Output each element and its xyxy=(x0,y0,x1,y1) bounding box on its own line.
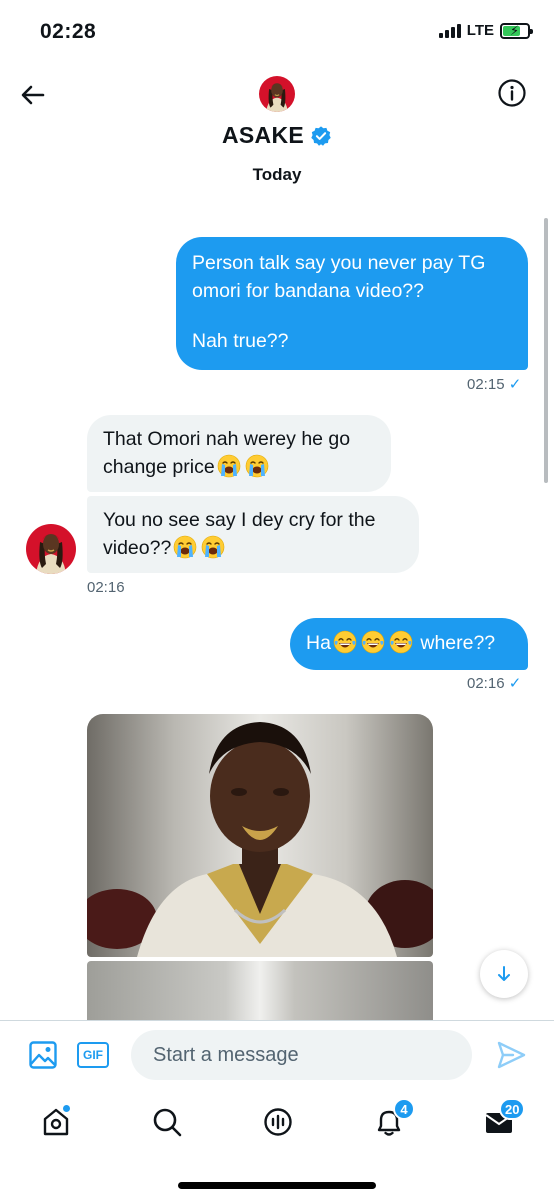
sender-avatar[interactable] xyxy=(26,524,76,574)
message-line: Nah true?? xyxy=(192,330,289,352)
tears-of-joy-emoji xyxy=(333,630,357,654)
header-name-row[interactable]: ASAKE xyxy=(0,122,554,149)
message-time: 02:15 xyxy=(467,376,505,393)
conversation-header: ASAKE Today xyxy=(0,64,554,204)
loudly-crying-face-emoji xyxy=(245,454,269,478)
contact-name: ASAKE xyxy=(221,122,304,148)
message-line: omori for bandana video?? xyxy=(192,280,424,302)
loudly-crying-face-emoji xyxy=(173,535,197,559)
sent-check-icon: ✓ xyxy=(508,675,522,692)
message-time: 02:16 xyxy=(467,675,505,692)
info-icon xyxy=(498,79,526,107)
notifications-badge: 4 xyxy=(393,1098,415,1120)
message-meta: 02:15 ✓ xyxy=(467,375,521,393)
nav-notifications[interactable]: 4 xyxy=(373,1098,415,1138)
message-text: where?? xyxy=(414,632,496,654)
tears-of-joy-emoji xyxy=(389,630,413,654)
back-arrow-icon xyxy=(21,85,45,105)
date-separator: Today xyxy=(252,165,302,184)
tears-of-joy-emoji xyxy=(361,630,385,654)
message-composer: GIF xyxy=(0,1020,554,1092)
message-line-with-emoji: change price xyxy=(103,453,375,481)
message-time: 02:16 xyxy=(87,579,125,596)
message-line: You no see say I dey cry for the xyxy=(103,509,376,531)
send-button[interactable] xyxy=(495,1039,527,1071)
search-icon xyxy=(153,1108,182,1137)
charging-bolt-icon: ⚡ xyxy=(510,22,520,38)
sent-check-icon: ✓ xyxy=(508,376,522,393)
header-avatar[interactable] xyxy=(259,76,295,112)
scroll-to-bottom-button[interactable] xyxy=(480,950,528,998)
incoming-message[interactable]: You no see say I dey cry for the video?? xyxy=(87,496,419,573)
nav-spaces[interactable] xyxy=(262,1106,294,1138)
gif-button[interactable]: GIF xyxy=(77,1042,109,1068)
message-text: change price xyxy=(103,456,215,478)
message-line-with-emoji: video?? xyxy=(103,534,403,562)
message-line: That Omori nah werey he go xyxy=(103,428,351,450)
message-line: Person talk say you never pay TG xyxy=(192,252,486,274)
outgoing-message[interactable]: Ha where?? xyxy=(290,618,528,670)
spaces-icon xyxy=(264,1108,292,1136)
loudly-crying-face-emoji xyxy=(201,535,225,559)
outgoing-message[interactable]: Person talk say you never pay TG omori f… xyxy=(176,237,528,370)
status-icons: LTE ⚡ xyxy=(438,22,533,39)
message-input[interactable] xyxy=(131,1030,472,1080)
arrow-down-icon xyxy=(498,966,510,981)
verified-badge-icon xyxy=(311,125,331,146)
media-message-image-2[interactable] xyxy=(87,961,433,1021)
image-icon xyxy=(29,1041,57,1069)
network-type: LTE xyxy=(466,22,494,39)
status-time: 02:28 xyxy=(40,20,97,43)
home-notification-dot xyxy=(62,1104,71,1113)
back-button[interactable] xyxy=(18,80,48,110)
battery-icon: ⚡ xyxy=(500,22,533,39)
scrollbar[interactable] xyxy=(544,218,548,483)
messages-badge: 20 xyxy=(499,1098,526,1120)
nav-search[interactable] xyxy=(151,1106,183,1138)
incoming-message[interactable]: That Omori nah werey he go change price xyxy=(87,415,391,492)
message-text: video?? xyxy=(103,537,172,559)
loudly-crying-face-emoji xyxy=(217,454,241,478)
man-photo xyxy=(87,714,433,957)
status-bar: 02:28 LTE ⚡ xyxy=(0,0,554,64)
add-photo-button[interactable] xyxy=(28,1040,58,1070)
signal-icon xyxy=(438,23,461,38)
message-text: Ha xyxy=(306,632,331,654)
nav-home[interactable] xyxy=(40,1104,72,1138)
message-meta: 02:16 ✓ xyxy=(467,674,521,692)
media-message-image[interactable] xyxy=(87,714,433,957)
nav-messages[interactable]: 20 xyxy=(483,1098,526,1138)
send-icon xyxy=(497,1041,526,1069)
info-button[interactable] xyxy=(497,78,527,108)
home-indicator xyxy=(178,1182,376,1189)
